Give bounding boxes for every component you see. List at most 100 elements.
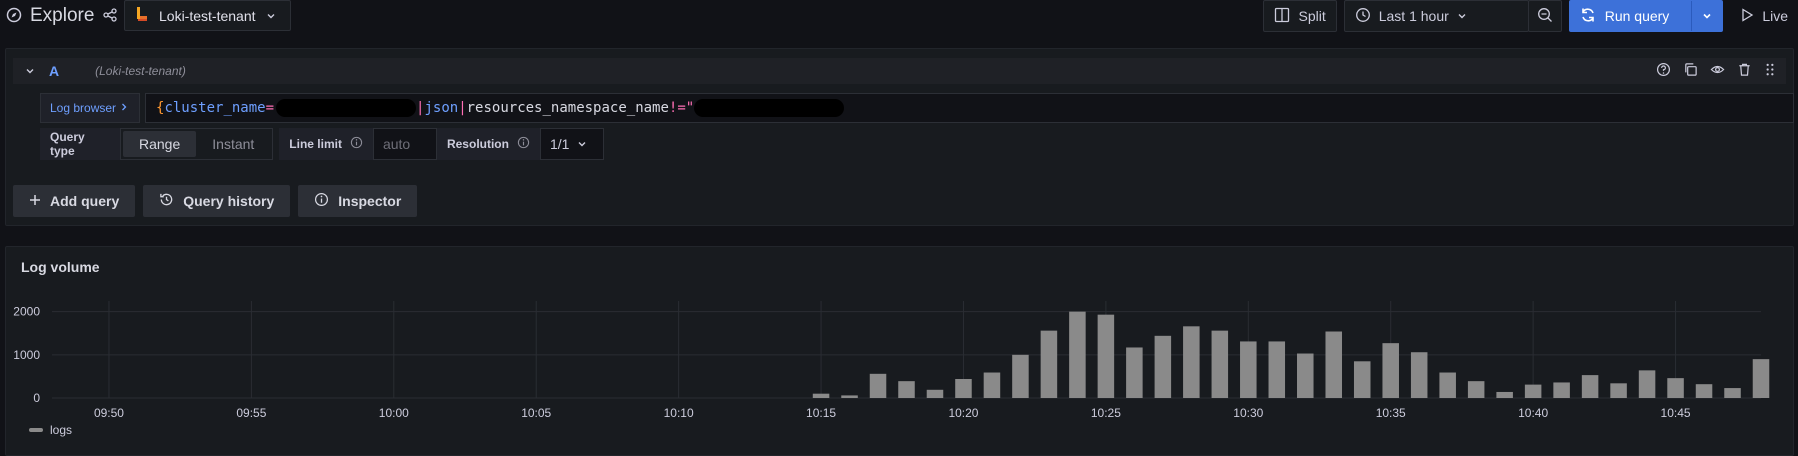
split-label: Split	[1298, 8, 1326, 24]
zoom-out-button[interactable]	[1527, 0, 1562, 32]
log-volume-panel: Log volume 0 1000 2000 09:50 09:55 10:00 10:05…	[5, 246, 1794, 456]
log-volume-bar	[1410, 352, 1428, 398]
resolution-value: 1/1	[549, 136, 570, 152]
clock-icon	[1355, 7, 1371, 26]
x-tick-label: 10:45	[1661, 406, 1691, 420]
live-button[interactable]: Live	[1730, 0, 1798, 32]
query-history-button[interactable]: Query history	[143, 185, 291, 217]
x-tick-label: 10:25	[1091, 406, 1121, 420]
code-quote: "	[685, 100, 695, 116]
duplicate-icon[interactable]	[1683, 62, 1698, 80]
drag-handle-icon[interactable]	[1764, 62, 1776, 80]
run-query-main[interactable]: Run query	[1570, 1, 1684, 31]
log-volume-bar	[1268, 341, 1286, 398]
log-volume-chart: 0 1000 2000 09:50 09:55 10:00 10:05 10:10 10:15 1…	[13, 301, 1770, 420]
query-type-range[interactable]: Range	[123, 131, 197, 157]
log-browser-label: Log browser	[50, 101, 117, 115]
eye-icon[interactable]	[1710, 62, 1725, 80]
code-eq: =	[265, 100, 275, 116]
add-query-button[interactable]: Add query	[13, 185, 136, 217]
query-type-radio[interactable]: Range Instant	[120, 128, 274, 160]
share-icon[interactable]	[102, 7, 118, 26]
log-volume-bar	[841, 395, 858, 398]
query-code-editor[interactable]: {cluster_name = | json | resources_namesp…	[145, 93, 1794, 123]
x-tick-label: 10:15	[806, 406, 836, 420]
datasource-name: Loki-test-tenant	[159, 7, 256, 24]
help-icon[interactable]	[1656, 62, 1671, 80]
legend-swatch	[29, 428, 43, 432]
log-volume-bar	[1325, 331, 1343, 398]
time-range-picker[interactable]: Last 1 hour	[1343, 0, 1529, 32]
inspector-button[interactable]: Inspector	[298, 185, 418, 217]
line-limit-input[interactable]: auto	[372, 128, 437, 160]
chevron-down-icon	[1457, 8, 1467, 24]
log-volume-bar	[1467, 381, 1485, 398]
log-volume-bar	[812, 393, 830, 398]
log-volume-bar	[1240, 341, 1257, 398]
query-type-label: Query type	[40, 128, 120, 160]
line-limit-label-wrap: Line limit	[279, 128, 373, 160]
redacted-value	[276, 99, 417, 117]
resolution-select[interactable]: 1/1	[539, 128, 604, 160]
log-volume-bar	[1012, 354, 1029, 398]
log-volume-bar	[983, 372, 1001, 398]
code-neq: !=	[668, 100, 686, 116]
log-volume-bar	[1667, 378, 1684, 398]
code-open-brace: {	[156, 100, 165, 116]
toolbar-right: Split Last 1 hour Run query Live	[1263, 0, 1798, 32]
query-type-instant[interactable]: Instant	[196, 131, 270, 157]
log-volume-bar	[1496, 391, 1513, 398]
log-volume-bar	[1752, 359, 1770, 398]
log-volume-bar	[1439, 372, 1456, 398]
code-pipe: |	[458, 100, 467, 116]
y-tick-label: 1000	[13, 348, 40, 362]
log-volume-bar	[1126, 347, 1143, 398]
x-tick-label: 10:40	[1518, 406, 1548, 420]
log-volume-bar	[1353, 361, 1371, 398]
log-volume-bar	[1154, 335, 1172, 398]
live-label: Live	[1762, 8, 1788, 24]
code-label-cluster: cluster_name	[164, 100, 266, 116]
query-history-label: Query history	[183, 193, 275, 209]
inspector-label: Inspector	[338, 193, 402, 209]
columns-icon	[1274, 7, 1290, 26]
play-icon	[1740, 7, 1754, 25]
log-browser-button[interactable]: Log browser	[40, 93, 140, 123]
chevron-down-icon	[577, 136, 587, 152]
resolution-label-wrap: Resolution	[436, 128, 540, 160]
x-tick-label: 10:00	[379, 406, 409, 420]
log-volume-bar	[1097, 314, 1115, 398]
log-volume-bar	[898, 381, 915, 398]
x-tick-label: 10:10	[664, 406, 694, 420]
history-icon	[159, 192, 174, 210]
run-query-options[interactable]	[1691, 1, 1722, 31]
code-pipe: |	[416, 100, 425, 116]
sync-icon	[1580, 7, 1596, 26]
chevron-down-icon	[266, 8, 276, 24]
time-range-label: Last 1 hour	[1378, 8, 1449, 24]
redacted-value	[694, 99, 845, 117]
chart-legend[interactable]: logs	[29, 423, 72, 437]
run-query-button[interactable]: Run query	[1568, 0, 1724, 32]
log-volume-bar	[1297, 353, 1314, 398]
query-panel: A (Loki-test-tenant) Log browser {cluste…	[5, 48, 1794, 226]
code-json: json	[424, 100, 459, 116]
split-button[interactable]: Split	[1263, 0, 1337, 32]
log-volume-bar	[1040, 330, 1058, 398]
log-volume-bar	[926, 389, 944, 398]
log-volume-bar	[1553, 382, 1570, 398]
x-tick-label: 10:05	[521, 406, 551, 420]
collapse-chevron-icon[interactable]	[25, 63, 35, 79]
log-volume-bar	[869, 373, 887, 398]
log-volume-bar	[1524, 384, 1542, 398]
query-row-actions	[1656, 58, 1776, 84]
query-ref-id[interactable]: A	[49, 63, 59, 79]
query-datasource-name: (Loki-test-tenant)	[95, 64, 186, 78]
add-query-label: Add query	[50, 193, 120, 209]
trash-icon[interactable]	[1737, 62, 1752, 80]
log-volume-bar	[1211, 330, 1229, 398]
y-tick-label: 0	[33, 391, 40, 405]
query-options-row: Query type Range Instant Line limit auto…	[40, 128, 604, 160]
info-circle-icon	[314, 192, 329, 210]
datasource-picker[interactable]: Loki-test-tenant	[124, 0, 291, 31]
